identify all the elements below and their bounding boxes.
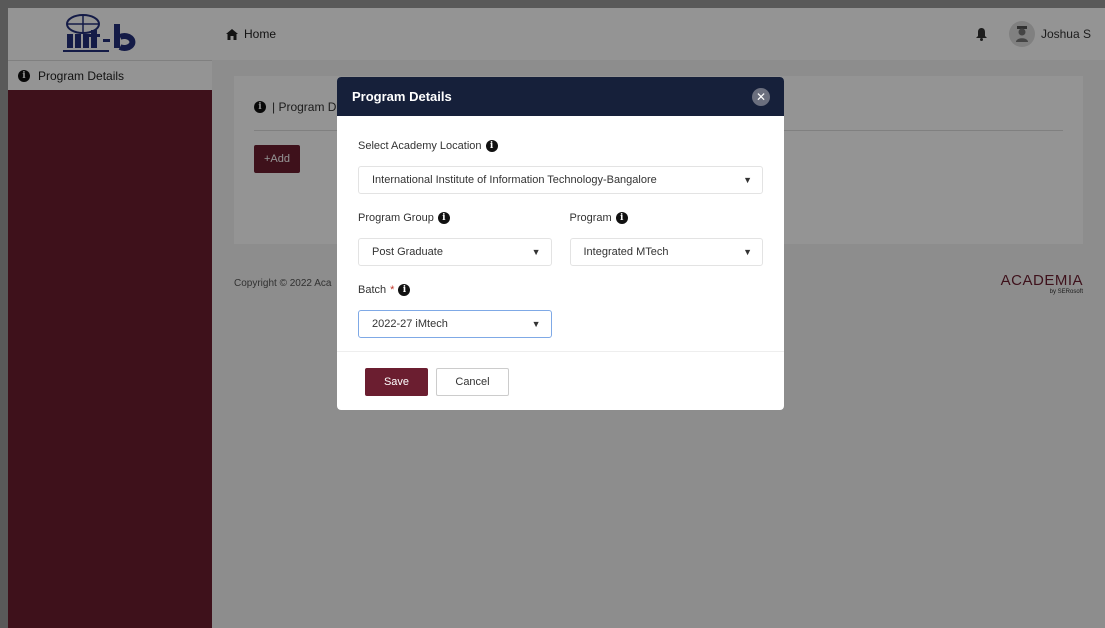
batch-field: Batch * i 2022-27 iMtech ▼: [358, 284, 552, 338]
program-group-select[interactable]: Post Graduate ▼: [358, 238, 552, 266]
info-circle-icon: i: [398, 284, 411, 296]
close-icon[interactable]: ✕: [752, 87, 770, 106]
modal-header: Program Details ✕: [337, 77, 784, 116]
batch-select[interactable]: 2022-27 iMtech ▼: [358, 310, 552, 338]
academy-location-label: Select Academy Location i: [358, 140, 763, 152]
chevron-down-icon: ▼: [531, 319, 541, 329]
program-select[interactable]: Integrated MTech ▼: [569, 238, 763, 266]
chevron-down-icon: ▼: [743, 175, 752, 185]
program-row: Program Group i Post Graduate ▼ Program …: [358, 212, 763, 284]
cancel-button[interactable]: Cancel: [436, 368, 509, 396]
program-label: Program i: [570, 212, 764, 224]
info-circle-icon: i: [615, 212, 628, 224]
academy-location-select[interactable]: International Institute of Information T…: [358, 166, 763, 194]
program-group-label: Program Group i: [358, 212, 552, 224]
save-button[interactable]: Save: [365, 368, 428, 396]
required-marker: *: [390, 284, 395, 296]
academy-location-field: Select Academy Location i International …: [358, 140, 763, 194]
batch-row: Batch * i 2022-27 iMtech ▼: [358, 284, 763, 356]
program-group-field: Program Group i Post Graduate ▼: [358, 212, 552, 266]
chevron-down-icon: ▼: [743, 247, 752, 257]
program-field: Program i Integrated MTech ▼: [569, 212, 764, 266]
batch-spacer: [570, 284, 764, 356]
program-details-modal: Program Details ✕ Select Academy Locatio…: [337, 77, 784, 410]
modal-body: Select Academy Location i International …: [337, 116, 784, 352]
chevron-down-icon: ▼: [531, 247, 541, 257]
modal-footer: Save Cancel: [337, 352, 784, 410]
batch-label: Batch * i: [358, 284, 552, 296]
info-circle-icon: i: [485, 140, 498, 152]
info-circle-icon: i: [437, 212, 450, 224]
modal-title: Program Details: [352, 89, 452, 104]
